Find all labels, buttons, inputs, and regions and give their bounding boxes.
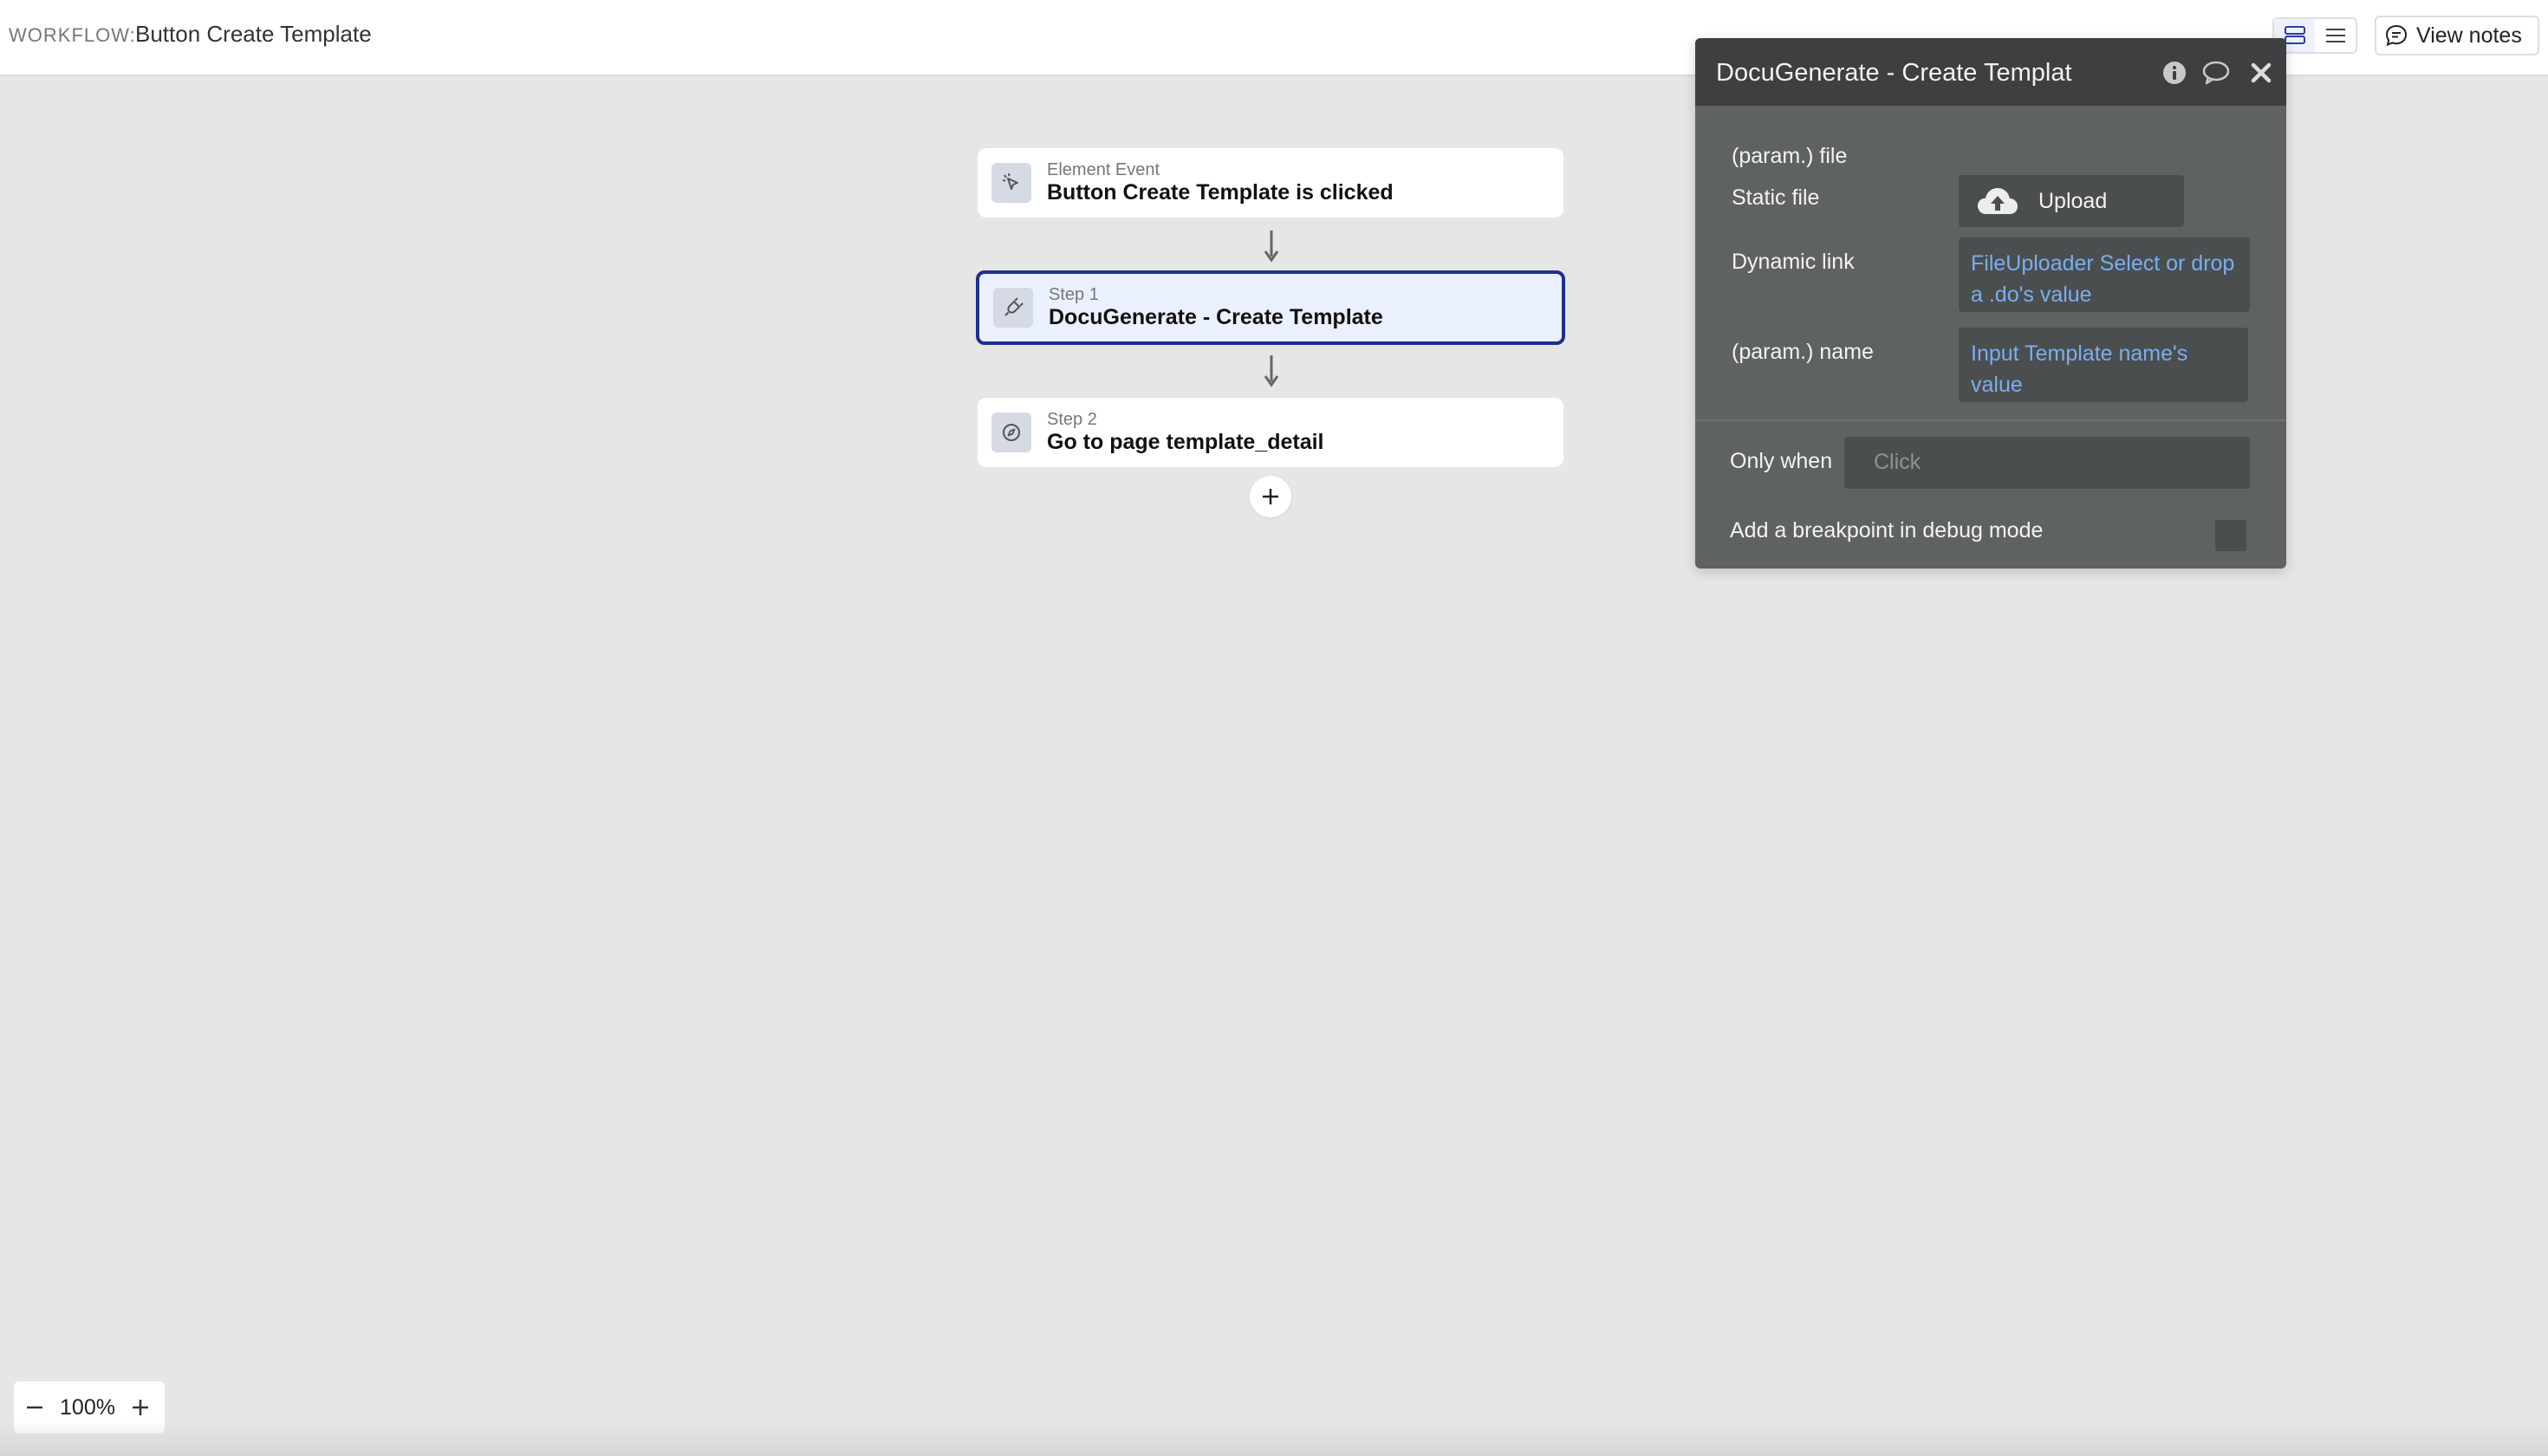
zoom-control: 100% [14,1381,165,1433]
only-when-label: Only when [1730,449,1833,473]
plus-icon [1263,489,1278,504]
step-1-card[interactable]: Step 1 DocuGenerate - Create Template [976,270,1565,345]
event-title: Button Create Template is clicked [1047,180,1394,205]
cloud-upload-icon [1978,188,2018,214]
stacked-cards-icon [2284,26,2305,44]
view-notes-button[interactable]: View notes [2375,16,2539,55]
speech-bubble-icon [2385,24,2408,47]
navigate-compass-icon [991,413,1031,452]
event-type-label: Element Event [1047,160,1160,179]
dynamic-link-field[interactable]: FileUploader Select or drop a .do's valu… [1959,237,2250,312]
static-file-label: Static file [1732,185,1820,210]
step-2-number: Step 2 [1047,410,1097,429]
upload-label: Upload [2038,188,2108,213]
property-editor-title: DocuGenerate - Create Templat [1716,59,2072,87]
step-1-title: DocuGenerate - Create Template [1049,305,1383,329]
zoom-out-button[interactable] [14,1381,55,1433]
add-step-button[interactable] [1250,476,1291,517]
name-param-field[interactable]: Input Template name's value [1959,328,2248,402]
workflow-name[interactable]: Button Create Template [135,21,372,48]
list-view-button[interactable] [2315,19,2356,52]
action-property-editor: DocuGenerate - Create Templat (param.) f… [1695,38,2286,569]
zoom-in-button[interactable] [120,1381,161,1433]
close-icon[interactable] [2246,58,2276,88]
step-1-number: Step 1 [1049,285,1099,304]
list-lines-icon [2325,29,2345,42]
workflow-label: WORKFLOW: [9,24,136,46]
breakpoint-label: Add a breakpoint in debug mode [1730,518,2044,543]
dynamic-link-expression[interactable]: FileUploader Select or drop a .do's valu… [1959,237,2250,310]
plugin-plug-icon [993,288,1033,328]
property-editor-header: DocuGenerate - Create Templat [1695,38,2286,106]
name-param-label: (param.) name [1732,340,1874,364]
view-notes-label: View notes [2416,23,2522,48]
dynamic-link-label: Dynamic link [1732,250,1855,274]
cursor-click-icon [991,163,1031,203]
panel-divider [1695,419,2286,421]
name-param-expression[interactable]: Input Template name's value [1959,328,2248,400]
file-param-label: (param.) file [1732,144,1848,168]
event-card[interactable]: Element Event Button Create Template is … [978,148,1563,218]
plus-icon [133,1400,148,1415]
only-when-field[interactable]: Click [1844,437,2250,489]
breakpoint-checkbox[interactable] [2215,520,2246,551]
comment-icon[interactable] [2201,58,2231,88]
info-icon[interactable] [2160,58,2189,88]
minus-icon [27,1406,42,1409]
only-when-placeholder: Click [1874,450,1921,474]
step-2-title: Go to page template_detail [1047,430,1324,454]
flow-arrow-icon [1264,231,1279,263]
flow-arrow-icon [1264,355,1279,387]
zoom-level: 100% [60,1394,115,1420]
canvas-bottom-shadow [0,1421,2548,1456]
step-2-card[interactable]: Step 2 Go to page template_detail [978,398,1563,467]
upload-button[interactable]: Upload [1959,175,2184,227]
